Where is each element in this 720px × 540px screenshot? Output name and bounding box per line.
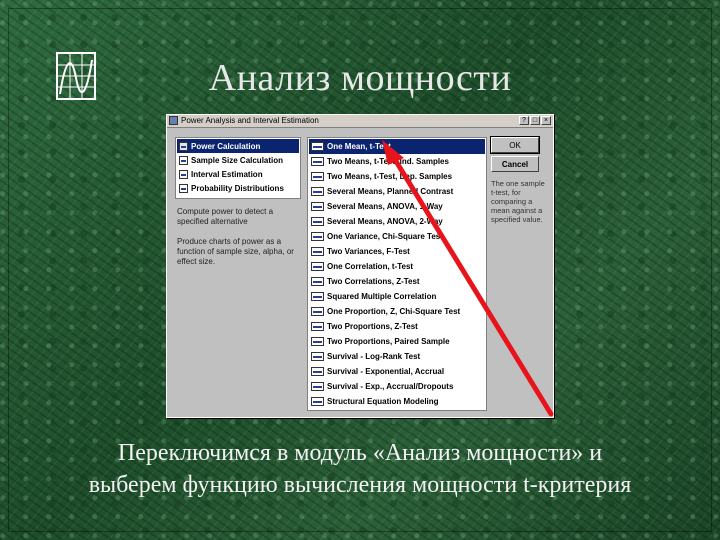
test-type-icon bbox=[311, 247, 324, 256]
caption-line-2: выберем функцию вычисления мощности t-кр… bbox=[88, 472, 632, 498]
test-list-item-label: One Correlation, t-Test bbox=[327, 262, 414, 271]
test-list-item-label: Survival - Exponential, Accrual bbox=[327, 367, 445, 376]
test-list-item[interactable]: Several Means, ANOVA, 2-Way bbox=[309, 214, 485, 229]
test-type-icon bbox=[311, 397, 324, 406]
test-type-icon bbox=[311, 142, 324, 151]
test-list-item-label: Structural Equation Modeling bbox=[327, 397, 439, 406]
test-list-item-label: Several Means, ANOVA, 2-Way bbox=[327, 217, 443, 226]
test-list-item[interactable]: Several Means, Planned Contrast bbox=[309, 184, 485, 199]
test-list-item-label: Two Proportions, Z-Test bbox=[327, 322, 418, 331]
test-list-item-label: Two Variances, F-Test bbox=[327, 247, 410, 256]
analysis-item-probability-distributions[interactable]: Probability Distributions bbox=[177, 181, 299, 195]
test-list-item[interactable]: Survival - Exp., Accrual/Dropouts bbox=[309, 379, 485, 394]
sample-size-icon bbox=[179, 155, 188, 165]
test-list-item-label: Survival - Log-Rank Test bbox=[327, 352, 421, 361]
slide-title: Анализ мощности bbox=[208, 57, 512, 99]
test-type-icon bbox=[311, 307, 324, 316]
test-type-icon bbox=[311, 187, 324, 196]
test-list-item-label: One Proportion, Z, Chi-Square Test bbox=[327, 307, 461, 316]
test-list-item-label: Two Means, t-Test, Ind. Samples bbox=[327, 157, 449, 166]
test-list-item[interactable]: Two Proportions, Z-Test bbox=[309, 319, 485, 334]
test-type-icon bbox=[311, 172, 324, 181]
close-button[interactable]: × bbox=[541, 116, 551, 125]
analysis-item-sample-size[interactable]: Sample Size Calculation bbox=[177, 153, 299, 167]
test-list-item[interactable]: One Correlation, t-Test bbox=[309, 259, 485, 274]
test-type-icon bbox=[311, 352, 324, 361]
test-list-item[interactable]: Structural Equation Modeling bbox=[309, 394, 485, 409]
slide-caption: Переключимся в модуль «Анализ мощности» … bbox=[20, 437, 700, 501]
test-type-icon bbox=[311, 322, 324, 331]
test-list-item[interactable]: Two Means, t-Test, Dep. Samples bbox=[309, 169, 485, 184]
test-type-icon bbox=[311, 232, 324, 241]
description-text-2: Produce charts of power as a function of… bbox=[177, 237, 294, 266]
test-list-item[interactable]: Several Means, ANOVA, 1-Way bbox=[309, 199, 485, 214]
test-list-item[interactable]: One Mean, t-Test bbox=[309, 139, 485, 154]
test-type-icon bbox=[311, 157, 324, 166]
caption-line-1: Переключимся в модуль «Анализ мощности» … bbox=[117, 440, 603, 466]
test-list-item[interactable]: One Proportion, Z, Chi-Square Test bbox=[309, 304, 485, 319]
test-list-item-label: One Variance, Chi-Square Test bbox=[327, 232, 443, 241]
test-list-item-label: One Mean, t-Test bbox=[327, 142, 391, 151]
test-type-icon bbox=[311, 337, 324, 346]
test-list-item[interactable]: Two Variances, F-Test bbox=[309, 244, 485, 259]
test-type-icon bbox=[311, 277, 324, 286]
test-type-icon bbox=[311, 292, 324, 301]
ok-button[interactable]: OK bbox=[490, 136, 540, 154]
analysis-type-list[interactable]: Power Calculation Sample Size Calculatio… bbox=[175, 137, 301, 199]
power-calc-icon bbox=[179, 141, 188, 151]
test-type-list[interactable]: One Mean, t-Test Two Means, t-Test, Ind. … bbox=[307, 137, 487, 411]
cancel-button[interactable]: Cancel bbox=[491, 156, 539, 172]
test-list-item-label: Survival - Exp., Accrual/Dropouts bbox=[327, 382, 454, 391]
window-icon bbox=[169, 116, 178, 125]
test-list-item[interactable]: Two Means, t-Test, Ind. Samples bbox=[309, 154, 485, 169]
test-type-icon bbox=[311, 367, 324, 376]
analysis-item-power-calculation[interactable]: Power Calculation bbox=[177, 139, 299, 153]
test-type-icon bbox=[311, 262, 324, 271]
help-title-button[interactable]: ? bbox=[519, 116, 529, 125]
test-list-item-label: Two Means, t-Test, Dep. Samples bbox=[327, 172, 453, 181]
dialog-titlebar[interactable]: Power Analysis and Interval Estimation ?… bbox=[167, 115, 553, 128]
help-description: The one sample t-test, for comparing a m… bbox=[491, 179, 545, 224]
interval-estimation-icon bbox=[179, 169, 188, 179]
test-list-item[interactable]: Two Correlations, Z-Test bbox=[309, 274, 485, 289]
description-text-1: Compute power to detect a specified alte… bbox=[177, 207, 274, 226]
test-list-item[interactable]: Two Proportions, Paired Sample bbox=[309, 334, 485, 349]
test-list-item[interactable]: Survival - Log-Rank Test bbox=[309, 349, 485, 364]
test-list-item[interactable]: Squared Multiple Correlation bbox=[309, 289, 485, 304]
test-list-item-label: Two Correlations, Z-Test bbox=[327, 277, 420, 286]
analysis-item-interval-estimation[interactable]: Interval Estimation bbox=[177, 167, 299, 181]
test-list-item[interactable]: One Variance, Chi-Square Test bbox=[309, 229, 485, 244]
power-analysis-dialog: Power Analysis and Interval Estimation ?… bbox=[166, 114, 554, 418]
test-type-icon bbox=[311, 217, 324, 226]
test-type-icon bbox=[311, 202, 324, 211]
distributions-icon bbox=[179, 183, 188, 193]
test-list-item-label: Squared Multiple Correlation bbox=[327, 292, 437, 301]
dialog-title: Power Analysis and Interval Estimation bbox=[181, 116, 319, 125]
maximize-button[interactable]: □ bbox=[530, 116, 540, 125]
test-list-item-label: Several Means, Planned Contrast bbox=[327, 187, 454, 196]
test-list-item-label: Two Proportions, Paired Sample bbox=[327, 337, 450, 346]
test-type-icon bbox=[311, 382, 324, 391]
test-list-item[interactable]: Survival - Exponential, Accrual bbox=[309, 364, 485, 379]
test-list-item-label: Several Means, ANOVA, 1-Way bbox=[327, 202, 443, 211]
